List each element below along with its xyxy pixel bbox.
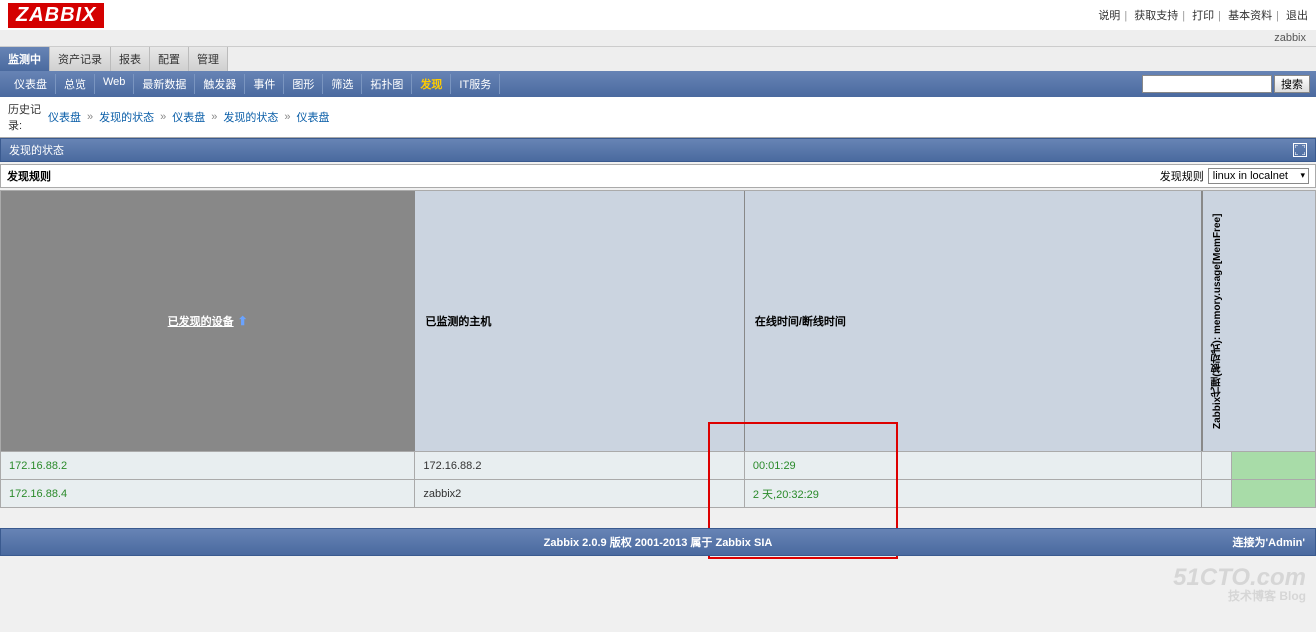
cell-metric (1202, 480, 1232, 507)
table-row: 172.16.88.4 zabbix2 2 天,20:32:29 (1, 479, 1315, 507)
breadcrumb-item[interactable]: 仪表盘 (48, 109, 81, 125)
breadcrumb: 历史记录: 仪表盘» 发现的状态» 仪表盘» 发现的状态» 仪表盘 (0, 97, 1316, 138)
print-link[interactable]: 打印 (1192, 10, 1214, 22)
sub-tab-triggers[interactable]: 触发器 (195, 74, 245, 94)
help-link[interactable]: 说明 (1098, 10, 1120, 22)
col-metric: Zabbix代理(被动式): memory.usage[MemFree] (1202, 191, 1232, 451)
main-tab-monitoring[interactable]: 监测中 (0, 47, 50, 71)
filter-bar: 发现规则 发现规则 linux in localnet (0, 164, 1316, 188)
filter-label: 发现规则 (1160, 168, 1204, 184)
main-tab-config[interactable]: 配置 (150, 47, 189, 71)
footer: Zabbix 2.0.9 版权 2001-2013 属于 Zabbix SIA … (0, 528, 1316, 556)
breadcrumb-item[interactable]: 发现的状态 (99, 109, 154, 125)
user-bar: zabbix (0, 30, 1316, 47)
sub-tab-overview[interactable]: 总览 (56, 74, 95, 94)
breadcrumb-label: 历史记录: (8, 101, 48, 133)
breadcrumb-item[interactable]: 发现的状态 (223, 109, 278, 125)
cell-ip[interactable]: 172.16.88.4 (1, 480, 415, 507)
cell-ip[interactable]: 172.16.88.2 (1, 452, 415, 479)
sort-arrow-icon: ⬆ (238, 314, 248, 328)
logo: ZABBIX (8, 3, 104, 28)
search-box: 搜索 (1142, 75, 1310, 93)
col-discovered[interactable]: 已发现的设备⬆ (1, 191, 415, 451)
logout-link[interactable]: 退出 (1286, 10, 1308, 22)
cell-host: 172.16.88.2 (415, 452, 745, 479)
sub-tab-dashboard[interactable]: 仪表盘 (6, 74, 56, 94)
profile-link[interactable]: 基本资料 (1228, 10, 1272, 22)
sub-tab-graphs[interactable]: 图形 (284, 74, 323, 94)
search-button[interactable]: 搜索 (1274, 75, 1310, 93)
sub-tab-maps[interactable]: 拓扑图 (362, 74, 412, 94)
sub-tab-discovery[interactable]: 发现 (412, 74, 451, 94)
footer-copyright: Zabbix 2.0.9 版权 2001-2013 属于 Zabbix SIA (544, 534, 773, 550)
main-tab-admin[interactable]: 管理 (189, 47, 228, 71)
main-tabs: 监测中 资产记录 报表 配置 管理 (0, 47, 1316, 71)
sub-tab-events[interactable]: 事件 (245, 74, 284, 94)
sub-tab-screens[interactable]: 筛选 (323, 74, 362, 94)
col-monitored: 已监测的主机 (415, 191, 745, 451)
breadcrumb-item[interactable]: 仪表盘 (297, 109, 330, 125)
col-status (1232, 191, 1315, 451)
data-table: 已发现的设备⬆ 已监测的主机 在线时间/断线时间 Zabbix代理(被动式): … (0, 190, 1316, 508)
watermark: 51CTO.com 技术博客 Blog (1173, 566, 1306, 602)
top-links: 说明| 获取支持| 打印| 基本资料| 退出 (1098, 7, 1308, 23)
breadcrumb-item[interactable]: 仪表盘 (172, 109, 205, 125)
sub-tab-itservices[interactable]: IT服务 (451, 74, 500, 94)
col-uptime: 在线时间/断线时间 (745, 191, 1202, 451)
cell-host: zabbix2 (415, 480, 745, 507)
cell-metric (1202, 452, 1232, 479)
cell-status (1232, 480, 1315, 507)
sub-tabs: 仪表盘 总览 Web 最新数据 触发器 事件 图形 筛选 拓扑图 发现 IT服务… (0, 71, 1316, 97)
fullscreen-icon[interactable] (1293, 143, 1307, 157)
cell-time: 2 天,20:32:29 (745, 480, 1202, 507)
main-tab-inventory[interactable]: 资产记录 (50, 47, 111, 71)
table-row: 172.16.88.2 172.16.88.2 00:01:29 (1, 451, 1315, 479)
sub-tab-web[interactable]: Web (95, 74, 134, 94)
cell-time: 00:01:29 (745, 452, 1202, 479)
filter-title: 发现规则 (7, 168, 51, 184)
support-link[interactable]: 获取支持 (1134, 10, 1178, 22)
search-input[interactable] (1142, 75, 1272, 93)
main-tab-reports[interactable]: 报表 (111, 47, 150, 71)
footer-connected: 连接为'Admin' (1233, 534, 1305, 550)
sub-tab-latest[interactable]: 最新数据 (134, 74, 195, 94)
table-header-row: 已发现的设备⬆ 已监测的主机 在线时间/断线时间 Zabbix代理(被动式): … (1, 191, 1315, 451)
filter-select[interactable]: linux in localnet (1208, 168, 1309, 184)
section-header: 发现的状态 (0, 138, 1316, 162)
section-title: 发现的状态 (9, 142, 64, 158)
cell-status (1232, 452, 1315, 479)
